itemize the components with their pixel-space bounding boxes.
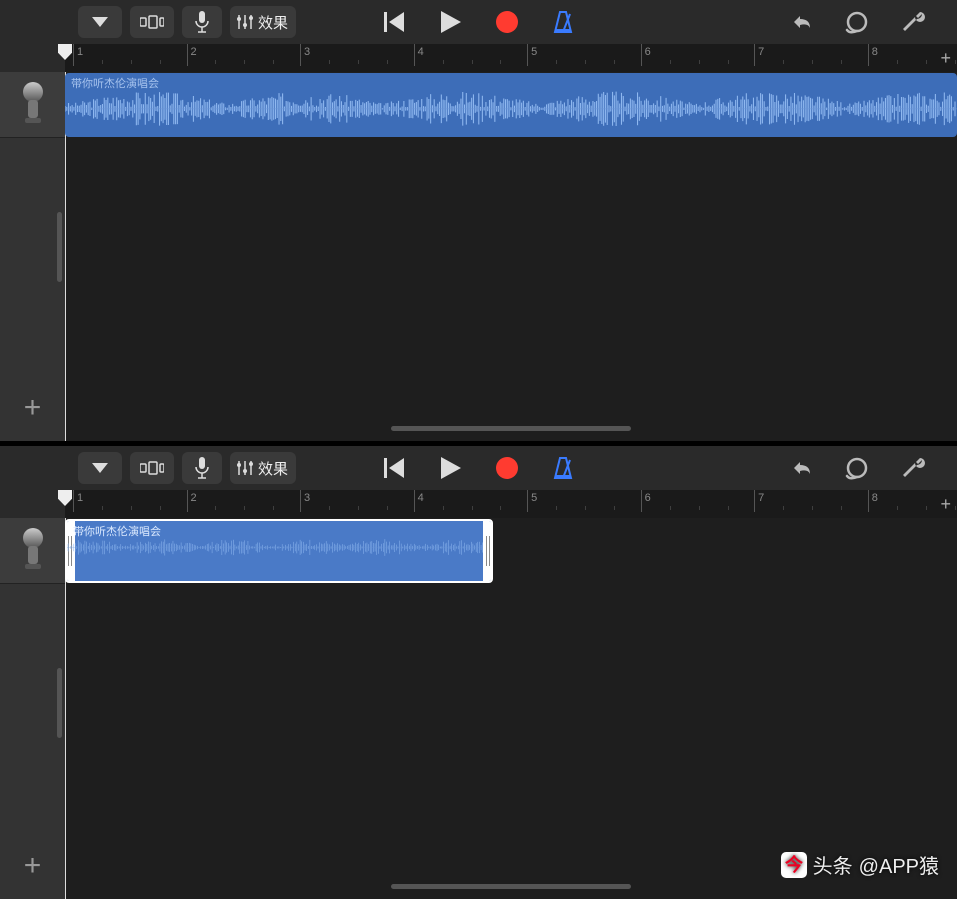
clip-label: 带你听杰伦演唱会: [71, 75, 159, 91]
record-button[interactable]: [493, 454, 521, 482]
play-button[interactable]: [437, 454, 465, 482]
fx-button[interactable]: 效果: [230, 6, 296, 38]
ruler-number: 1: [77, 46, 83, 58]
loop-button[interactable]: [843, 454, 871, 482]
ruler-number: 8: [872, 46, 878, 58]
track-header[interactable]: [0, 518, 65, 584]
record-button[interactable]: [493, 8, 521, 36]
metronome-button[interactable]: [549, 454, 577, 482]
dropdown-button[interactable]: [78, 452, 122, 484]
ruler-number: 7: [758, 492, 764, 504]
ruler-number: 8: [872, 492, 878, 504]
play-button[interactable]: [437, 8, 465, 36]
horizontal-scroll-hint: [391, 426, 631, 431]
chevron-down-icon: [92, 463, 108, 473]
microphone-icon: [195, 457, 209, 479]
settings-button[interactable]: [899, 8, 927, 36]
track-lanes[interactable]: 带你听杰伦演唱会: [65, 72, 957, 441]
undo-icon: [788, 12, 814, 32]
horizontal-scroll-hint: [391, 884, 631, 889]
settings-button[interactable]: [899, 454, 927, 482]
track-view-icon: [140, 459, 164, 477]
audio-clip-selected[interactable]: 带你听杰伦演唱会: [65, 519, 493, 583]
vertical-scroll-hint: [57, 668, 62, 738]
microphone-icon: [195, 11, 209, 33]
playhead-grip-area[interactable]: [0, 490, 65, 518]
clip-label: 带你听杰伦演唱会: [73, 523, 161, 539]
track-view-button[interactable]: [130, 452, 174, 484]
fx-label: 效果: [258, 458, 288, 479]
brand-logo-icon: 今: [781, 852, 807, 878]
mic-button[interactable]: [182, 6, 222, 38]
svg-text:今: 今: [785, 854, 804, 875]
timeline-ruler[interactable]: + 1 2 3 4 5 6 7 8: [65, 44, 957, 72]
ruler-number: 7: [758, 46, 764, 58]
add-track-button[interactable]: +: [0, 833, 65, 899]
audio-clip[interactable]: 带你听杰伦演唱会: [65, 73, 957, 137]
waveform: [65, 91, 957, 127]
add-track-button[interactable]: +: [0, 375, 65, 441]
ruler-number: 2: [191, 46, 197, 58]
ruler-number: 5: [531, 492, 537, 504]
waveform: [67, 539, 491, 556]
metronome-button[interactable]: [549, 8, 577, 36]
record-icon: [495, 456, 519, 480]
playhead-grip-area[interactable]: [0, 44, 65, 72]
ruler-number: 3: [304, 46, 310, 58]
play-icon: [441, 457, 461, 479]
ruler-number: 1: [77, 492, 83, 504]
ruler-number: 3: [304, 492, 310, 504]
add-marker-button[interactable]: +: [940, 48, 951, 69]
fx-button[interactable]: 效果: [230, 452, 296, 484]
track-lane[interactable]: 带你听杰伦演唱会: [65, 518, 957, 584]
loop-icon: [844, 10, 870, 34]
record-icon: [495, 10, 519, 34]
track-view-button[interactable]: [130, 6, 174, 38]
microphone-large-icon: [16, 82, 50, 128]
ruler-number: 6: [645, 492, 651, 504]
ruler-number: 4: [418, 492, 424, 504]
rewind-icon: [384, 458, 406, 478]
track-header[interactable]: [0, 72, 65, 138]
add-marker-button[interactable]: +: [940, 494, 951, 515]
timeline-ruler[interactable]: + 1 2 3 4 5 6 7 8: [65, 490, 957, 518]
dropdown-button[interactable]: [78, 6, 122, 38]
metronome-icon: [552, 10, 574, 34]
undo-button[interactable]: [787, 454, 815, 482]
toolbar: 效果: [0, 0, 957, 44]
wrench-icon: [900, 456, 926, 480]
clip-handle-right[interactable]: [483, 521, 493, 581]
watermark: 今 头条 @APP猿: [781, 850, 939, 879]
ruler-number: 6: [645, 46, 651, 58]
track-lane[interactable]: 带你听杰伦演唱会: [65, 72, 957, 138]
toolbar: 效果: [0, 446, 957, 490]
fx-label: 效果: [258, 12, 288, 33]
microphone-large-icon: [16, 528, 50, 574]
undo-button[interactable]: [787, 8, 815, 36]
vertical-scroll-hint: [57, 212, 62, 282]
ruler-number: 4: [418, 46, 424, 58]
ruler-number: 5: [531, 46, 537, 58]
rewind-button[interactable]: [381, 8, 409, 36]
undo-icon: [788, 458, 814, 478]
sliders-icon: [236, 13, 254, 31]
rewind-button[interactable]: [381, 454, 409, 482]
track-lanes[interactable]: 带你听杰伦演唱会: [65, 518, 957, 899]
rewind-icon: [384, 12, 406, 32]
mic-button[interactable]: [182, 452, 222, 484]
track-view-icon: [140, 13, 164, 31]
chevron-down-icon: [92, 17, 108, 27]
play-icon: [441, 11, 461, 33]
loop-icon: [844, 456, 870, 480]
metronome-icon: [552, 456, 574, 480]
wrench-icon: [900, 10, 926, 34]
loop-button[interactable]: [843, 8, 871, 36]
ruler-number: 2: [191, 492, 197, 504]
sliders-icon: [236, 459, 254, 477]
